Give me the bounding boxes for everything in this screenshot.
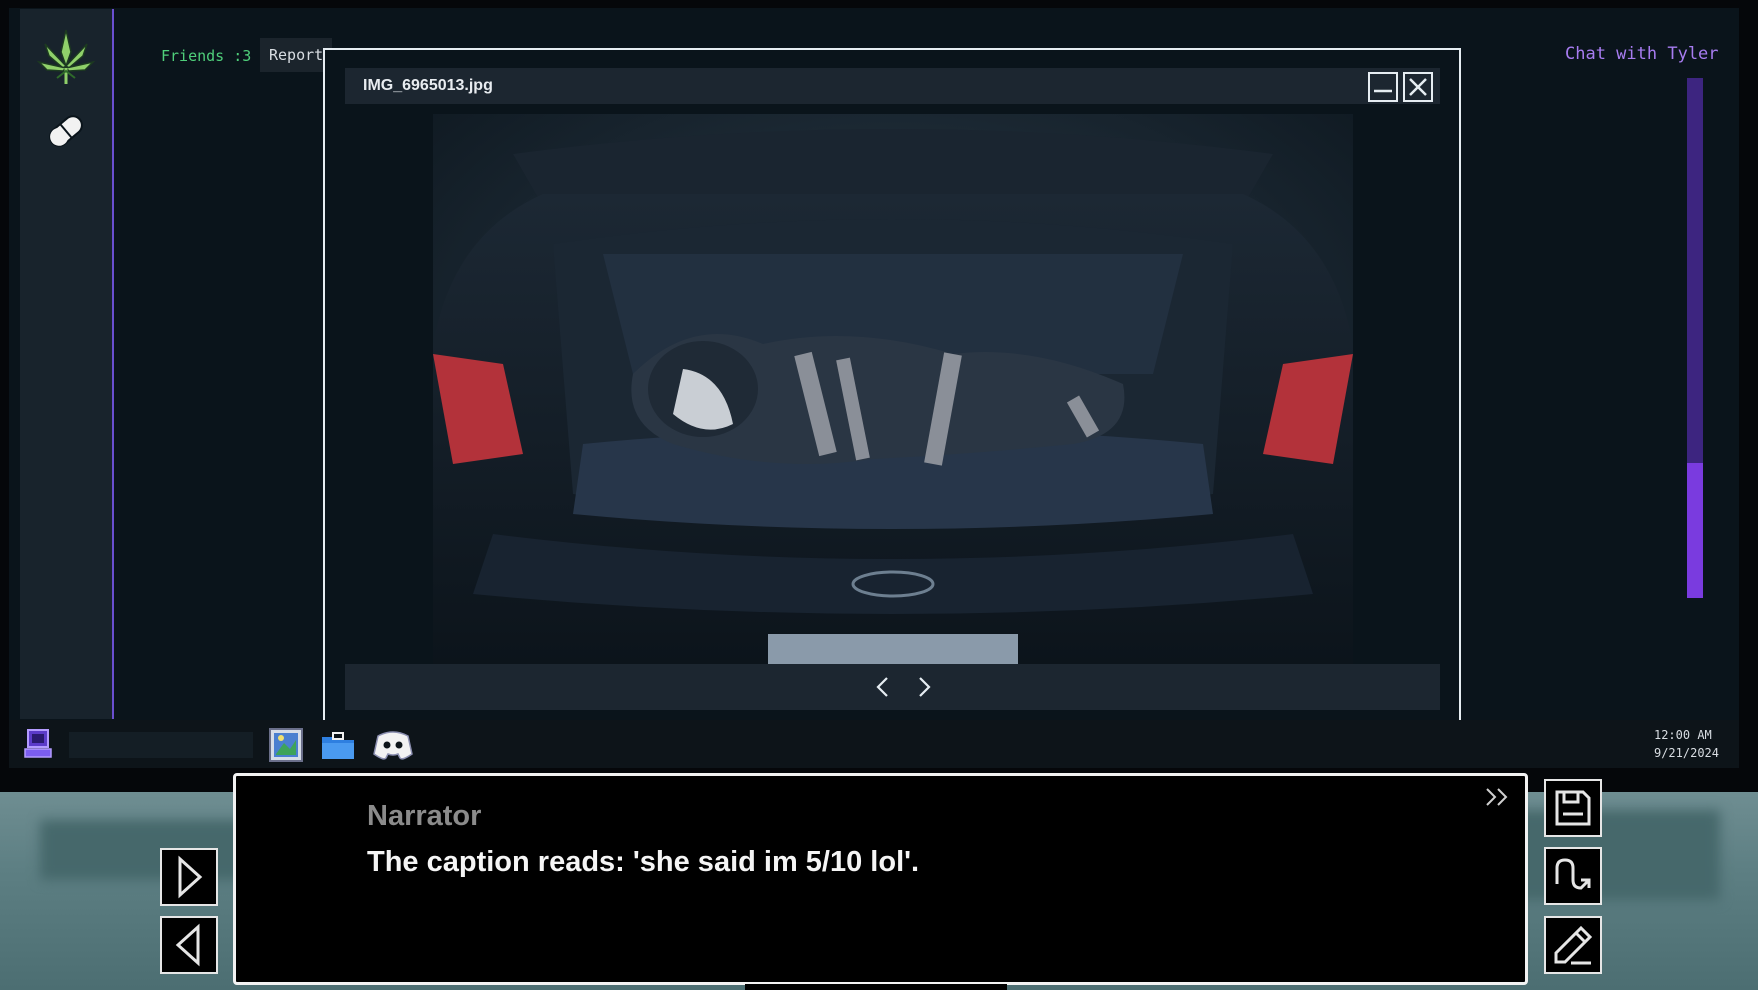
start-menu-button[interactable]: [19, 724, 59, 764]
fast-forward-icon: [1486, 788, 1508, 806]
taskbar-image-viewer[interactable]: [267, 726, 305, 764]
desktop-screen: Friends :3 Reports Chat with Tyler IMG_6…: [9, 8, 1739, 720]
cannabis-leaf-icon[interactable]: [30, 23, 102, 95]
forward-button[interactable]: [160, 848, 218, 906]
viewer-title: IMG_6965013.jpg: [363, 77, 493, 94]
chevron-right-icon: [919, 677, 931, 697]
sidebar: [20, 9, 114, 719]
taskbar-discord[interactable]: [372, 726, 413, 764]
bottom-edge-strip: [745, 984, 1007, 990]
friends-label[interactable]: Friends :3: [161, 47, 251, 65]
image-viewer-window: IMG_6965013.jpg: [323, 48, 1461, 720]
edit-icon: [1554, 925, 1593, 965]
image-viewer-icon: [269, 728, 303, 762]
dialogue-text: The caption reads: 'she said im 5/10 lol…: [367, 846, 920, 878]
load-icon: [1555, 858, 1591, 890]
next-image-button[interactable]: [909, 672, 939, 702]
edit-button[interactable]: [1544, 916, 1602, 974]
viewer-navigation-bar: [345, 664, 1440, 710]
minimize-icon: [1374, 89, 1392, 93]
forward-icon: [178, 855, 203, 899]
save-icon: [1555, 790, 1591, 826]
computer-icon: [24, 729, 52, 758]
chat-title: Chat with Tyler: [1565, 44, 1719, 64]
discord-icon: [373, 731, 413, 760]
skip-button[interactable]: [1483, 786, 1513, 808]
taskbar-search-field[interactable]: [69, 732, 253, 758]
dialogue-box[interactable]: Narrator The caption reads: 'she said im…: [233, 773, 1528, 985]
reports-tab[interactable]: Reports: [260, 38, 332, 72]
chat-scrollbar-thumb[interactable]: [1687, 463, 1703, 598]
system-clock[interactable]: 12:00 AM 9/21/2024: [1654, 726, 1719, 762]
back-icon: [175, 923, 200, 967]
monitor: Friends :3 Reports Chat with Tyler IMG_6…: [0, 0, 1758, 792]
close-icon: [1409, 78, 1427, 96]
chevron-left-icon: [876, 677, 888, 697]
clock-time: 12:00 AM: [1653, 728, 1712, 742]
taskbar: 12:00 AM 9/21/2024: [9, 720, 1739, 768]
load-button[interactable]: [1544, 847, 1602, 905]
save-button[interactable]: [1544, 779, 1602, 837]
close-button[interactable]: [1403, 72, 1433, 102]
previous-image-button[interactable]: [868, 672, 898, 702]
clock-date: 9/21/2024: [1653, 746, 1719, 760]
viewer-titlebar[interactable]: IMG_6965013.jpg: [345, 68, 1440, 104]
minimize-button[interactable]: [1368, 72, 1398, 102]
speaker-name: Narrator: [367, 800, 482, 832]
taskbar-folder[interactable]: [319, 726, 357, 764]
folder-icon: [322, 732, 354, 759]
pill-icon[interactable]: [30, 95, 102, 167]
back-button[interactable]: [160, 916, 218, 974]
photo-car-trunk: [433, 114, 1353, 664]
